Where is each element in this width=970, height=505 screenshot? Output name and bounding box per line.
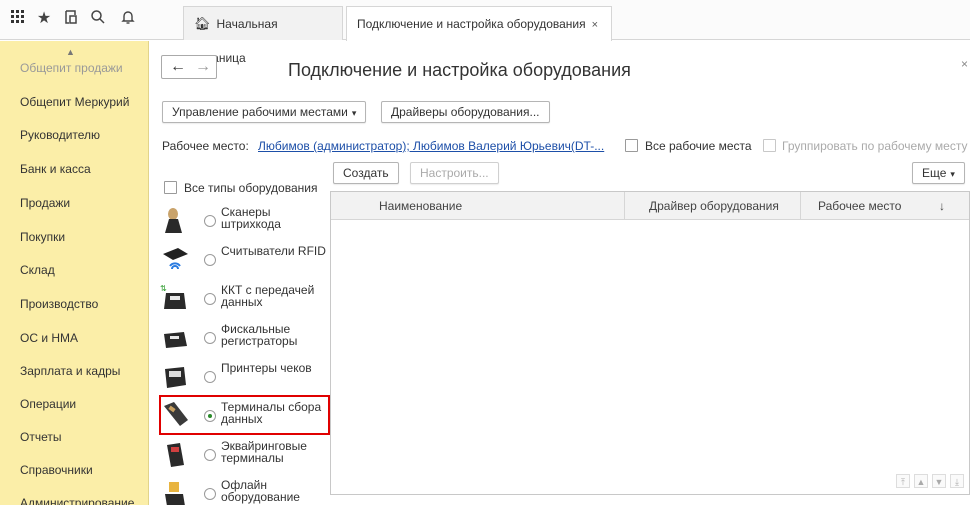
apps-grid-icon[interactable] (8, 9, 28, 29)
main-content: ← → Подключение и настройка оборудования… (150, 41, 970, 505)
chevron-down-icon: ▾ (950, 169, 955, 179)
table-header: Наименование Драйвер оборудования Рабоче… (331, 192, 969, 220)
radio-rfid-readers[interactable] (204, 254, 216, 266)
equipment-type-barcode-scanners[interactable]: Сканеры штрихкода (160, 203, 330, 243)
forward-arrow-icon[interactable]: → (195, 58, 211, 76)
scroll-up-icon[interactable]: ▲ (66, 47, 75, 57)
scroll-up-icon[interactable]: ▲ (914, 474, 928, 488)
more-label: Еще (922, 166, 947, 180)
sidebar-item-operations[interactable]: Операции (20, 397, 76, 411)
manage-workplaces-label: Управление рабочими местами (172, 105, 348, 119)
sidebar-item-directories[interactable]: Справочники (20, 463, 93, 477)
offline-equipment-icon (165, 482, 185, 505)
column-separator (800, 192, 801, 220)
radio-barcode-scanners[interactable] (204, 215, 216, 227)
receipt-printer-icon (165, 367, 186, 388)
acquiring-terminal-icon (167, 443, 184, 467)
group-by-workplace-label: Группировать по рабочему месту (782, 139, 968, 153)
column-name[interactable]: Наименование (379, 192, 462, 220)
nav-buttons: ← → (161, 55, 217, 79)
page-close-icon[interactable]: × (961, 57, 968, 71)
sidebar-item-catering-mercury[interactable]: Общепит Меркурий (20, 95, 129, 109)
equipment-type-receipt-printers[interactable]: Принтеры чеков (160, 359, 330, 399)
more-button[interactable]: Еще ▾ (912, 162, 965, 184)
group-by-workplace-checkbox[interactable] (763, 139, 776, 152)
equipment-type-kkt[interactable]: ⇅ ККТ с передачей данных (160, 281, 330, 321)
radio-kkt[interactable] (204, 293, 216, 305)
all-types-checkbox[interactable] (164, 181, 177, 194)
top-bar: ★ 🏠︎ Начальная страница Подключение и нас… (0, 0, 970, 65)
equipment-drivers-button[interactable]: Драйверы оборудования... (381, 101, 550, 123)
scroll-bottom-icon[interactable]: ⤓ (950, 474, 964, 488)
equipment-table[interactable]: Наименование Драйвер оборудования Рабоче… (330, 191, 970, 495)
sidebar-item-salary-hr[interactable]: Зарплата и кадры (20, 364, 120, 378)
sidebar-item-warehouse[interactable]: Склад (20, 263, 55, 277)
create-button[interactable]: Создать (333, 162, 399, 184)
radio-acquiring-terminals[interactable] (204, 449, 216, 461)
sidebar-item-catering-sales[interactable]: Общепит продажи (20, 61, 123, 75)
sidebar-item-bank-cash[interactable]: Банк и касса (20, 162, 91, 176)
scroll-down-icon[interactable]: ▼ (932, 474, 946, 488)
column-separator (624, 192, 625, 220)
radio-offline[interactable] (204, 488, 216, 500)
column-driver[interactable]: Драйвер оборудования (649, 192, 779, 220)
star-icon[interactable]: ★ (34, 9, 54, 29)
column-workplace[interactable]: Рабочее место (818, 192, 901, 220)
equipment-type-label: ККТ с передачей данных (221, 283, 315, 309)
tab-equipment-settings[interactable]: Подключение и настройка оборудования × (346, 6, 612, 41)
equipment-type-label: Сканеры штрихкода (221, 205, 281, 231)
radio-receipt-printers[interactable] (204, 371, 216, 383)
chevron-down-icon: ▾ (351, 108, 357, 118)
workplace-link[interactable]: Любимов (администратор); Любимов Валерий… (258, 139, 604, 153)
all-workplaces-label: Все рабочие места (645, 139, 752, 153)
equipment-type-fiscal-registrars[interactable]: Фискальные регистраторы (160, 320, 330, 360)
sidebar-item-purchases[interactable]: Покупки (20, 230, 65, 244)
bell-icon[interactable] (118, 9, 138, 29)
sidebar-item-manager[interactable]: Руководителю (20, 128, 100, 142)
sidebar-item-administration[interactable]: Администрирование (20, 496, 134, 505)
back-arrow-icon[interactable]: ← (170, 58, 186, 76)
sort-arrow-icon[interactable]: ↓ (939, 192, 945, 220)
tab-home[interactable]: 🏠︎ Начальная страница (183, 6, 343, 65)
sidebar-item-fixed-assets[interactable]: ОС и НМА (20, 331, 78, 345)
workplace-label: Рабочее место: (162, 139, 249, 153)
kkt-icon: ⇅ (160, 284, 186, 309)
equipment-type-offline[interactable]: Офлайн оборудование (160, 476, 330, 505)
equipment-type-rfid-readers[interactable]: Считыватели RFID (160, 242, 330, 282)
equipment-type-label: Фискальные регистраторы (221, 322, 298, 348)
manage-workplaces-button[interactable]: Управление рабочими местами ▾ (162, 101, 367, 123)
svg-text:⇅: ⇅ (160, 284, 167, 293)
history-icon[interactable] (61, 9, 81, 29)
all-types-label: Все типы оборудования (184, 181, 318, 195)
all-workplaces-checkbox[interactable] (625, 139, 638, 152)
sidebar-item-reports[interactable]: Отчеты (20, 430, 61, 444)
tab-close-icon[interactable]: × (592, 19, 598, 31)
equipment-type-label: Считыватели RFID (221, 244, 326, 258)
tab-equipment-label: Подключение и настройка оборудования (357, 17, 586, 31)
radio-fiscal-registrars[interactable] (204, 332, 216, 344)
equipment-type-label: Офлайн оборудование (221, 478, 300, 504)
fiscal-registrar-icon (164, 332, 187, 348)
equipment-type-label: Эквайринговые терминалы (221, 439, 307, 465)
page-title: Подключение и настройка оборудования (288, 60, 631, 80)
sidebar-item-production[interactable]: Производство (20, 297, 98, 311)
scroll-top-icon[interactable]: ⤒ (896, 474, 910, 488)
search-icon[interactable] (88, 9, 108, 29)
selection-highlight (159, 395, 330, 435)
barcode-scanner-icon (165, 208, 182, 233)
rfid-reader-icon (163, 248, 188, 270)
equipment-type-label: Принтеры чеков (221, 361, 312, 375)
home-icon: 🏠︎ (194, 16, 211, 31)
equipment-type-acquiring-terminals[interactable]: Эквайринговые терминалы (160, 437, 330, 477)
configure-button[interactable]: Настроить... (410, 162, 499, 184)
sidebar: ▲ Общепит продажи Общепит Меркурий Руков… (0, 41, 149, 505)
sidebar-item-sales[interactable]: Продажи (20, 196, 70, 210)
